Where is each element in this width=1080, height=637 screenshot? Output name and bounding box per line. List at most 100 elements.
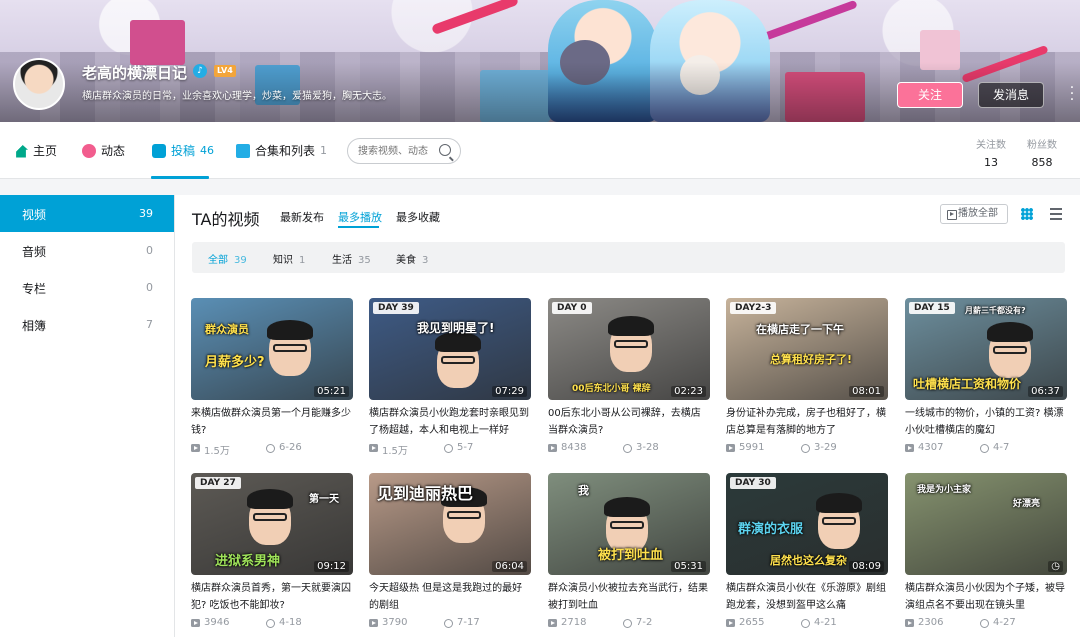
video-title[interactable]: 身份证补办完成，房子也租好了，横店总算是有落脚的地方了: [726, 405, 888, 439]
filter-food[interactable]: 美食 3: [396, 251, 428, 266]
video-thumbnail[interactable]: DAY 0 00后东北小哥 裸辞 02:23: [548, 298, 710, 400]
thumbnail-day-tag: DAY 27: [195, 477, 241, 489]
active-tab-indicator: [151, 176, 209, 179]
upload-date: 4-21: [801, 617, 837, 628]
video-thumbnail[interactable]: 群众演员 月薪多少? 05:21: [191, 298, 353, 400]
video-card[interactable]: 我是为小主家 好漂亮 ◷ 横店群众演员小伙因为个子矮，被导演组点名不要出现在镜头里 23…: [905, 473, 1067, 637]
level-badge: LV4: [214, 65, 236, 77]
thumbnail-caption: 群演的衣服: [738, 522, 804, 537]
thumbnail-person: [247, 489, 293, 509]
play-count: 8438: [548, 442, 586, 453]
play-count: 3946: [191, 617, 229, 628]
video-card[interactable]: 见到迪丽热巴 06:04 今天超级热 但是这是我跑过的最好的剧组 3790 7-17: [369, 473, 531, 637]
fans-stat[interactable]: 粉丝数 858: [1027, 136, 1057, 169]
upload-date: 3-29: [801, 442, 837, 453]
thumbnail-day-tag: DAY 39: [373, 302, 419, 314]
thumbnail-person: [267, 320, 313, 340]
username: 老高的横漂日记: [82, 64, 188, 82]
video-thumbnail[interactable]: DAY2-3 在横店走了一下午 总算租好房子了! 08:01: [726, 298, 888, 400]
thumbnail-person: [608, 316, 654, 336]
active-sort-indicator: [338, 226, 379, 228]
filter-all[interactable]: 全部 39: [208, 251, 247, 266]
video-title[interactable]: 横店群众演员首秀，第一天就要演囚犯? 吃饭也不能卸妆?: [191, 580, 353, 614]
sidebar-item-video[interactable]: 视频 39: [0, 195, 174, 232]
video-meta: 2306 4-27: [905, 617, 1067, 631]
video-thumbnail[interactable]: 我被打到吐血 05:31: [548, 473, 710, 575]
thumbnail-caption: 总算租好房子了!: [770, 353, 853, 366]
video-thumbnail[interactable]: DAY 27 第一天 进狱系男神 09:12: [191, 473, 353, 575]
video-card[interactable]: DAY 27 第一天 进狱系男神 09:12 横店群众演员首秀，第一天就要演囚犯? 吃饭…: [191, 473, 353, 637]
video-title[interactable]: 横店群众演员小伙因为个子矮，被导演组点名不要出现在镜头里: [905, 580, 1067, 614]
thumbnail-person: [987, 322, 1033, 342]
video-thumbnail[interactable]: 我是为小主家 好漂亮 ◷: [905, 473, 1067, 575]
video-duration: 08:01: [849, 386, 884, 397]
video-card[interactable]: DAY2-3 在横店走了一下午 总算租好房子了! 08:01 身份证补办完成，房子也租好…: [726, 298, 888, 468]
thumbnail-person: [253, 513, 287, 521]
watch-later-icon[interactable]: ◷: [1048, 561, 1063, 572]
video-duration: 05:21: [314, 386, 349, 397]
video-thumbnail[interactable]: 见到迪丽热巴 06:04: [369, 473, 531, 575]
filter-life[interactable]: 生活 35: [332, 251, 371, 266]
video-card[interactable]: 群众演员 月薪多少? 05:21 来横店做群众演员第一个月能赚多少钱? 1.5万 6-26: [191, 298, 353, 468]
upload-date: 3-28: [623, 442, 659, 453]
video-title[interactable]: 00后东北小哥从公司裸辞，去横店当群众演员?: [548, 405, 710, 439]
thumbnail-caption: 见到迪丽热巴: [377, 484, 474, 503]
video-meta: 5991 3-29: [726, 442, 888, 456]
video-card[interactable]: DAY 0 00后东北小哥 裸辞 02:23 00后东北小哥从公司裸辞，去横店当群众演…: [548, 298, 710, 468]
following-stat[interactable]: 关注数 13: [976, 136, 1006, 169]
grid-view-icon[interactable]: [1021, 208, 1033, 220]
play-all-button[interactable]: 播放全部: [940, 204, 1008, 224]
video-meta: 8438 3-28: [548, 442, 710, 456]
search-icon[interactable]: [439, 144, 451, 156]
thumbnail-person: [273, 344, 307, 352]
sort-most-played[interactable]: 最多播放: [338, 209, 382, 225]
avatar[interactable]: [13, 58, 65, 110]
tab-home[interactable]: 主页: [14, 122, 57, 179]
thumbnail-caption: 月薪多少?: [205, 355, 265, 370]
video-card[interactable]: DAY 15 月薪三千都没有? 吐槽横店工资和物价 06:37 一线城市的物价，小镇的工…: [905, 298, 1067, 468]
search-input[interactable]: [358, 143, 438, 159]
thumbnail-caption: 被打到吐血: [598, 548, 664, 563]
video-thumbnail[interactable]: DAY 30 群演的衣服 居然也这么复杂 08:09: [726, 473, 888, 575]
profile-banner: 老高的横漂日记 ♪ LV4 横店群众演员的日常，业余喜欢心理学，炒菜，爱猫爱狗，…: [0, 0, 1080, 122]
video-title[interactable]: 横店群众演员小伙跑龙套时亲眼见到了杨超越，本人和电视上一样好: [369, 405, 531, 439]
video-thumbnail[interactable]: DAY 39 我见到明星了! 07:29: [369, 298, 531, 400]
video-card[interactable]: 我被打到吐血 05:31 群众演员小伙被拉去充当武行，结果被打到吐血 2718 7-2: [548, 473, 710, 637]
tab-collections[interactable]: 合集和列表 1: [236, 122, 327, 179]
video-upload-icon: [152, 143, 166, 158]
thumbnail-day-tag: DAY 15: [909, 302, 955, 314]
gift-decoration: [130, 20, 185, 65]
sort-most-favorited[interactable]: 最多收藏: [396, 209, 440, 225]
more-options-icon[interactable]: · · ·: [1066, 81, 1078, 107]
space-nav-bar: 主页 动态 投稿 46 合集和列表 1: [0, 122, 1080, 179]
sort-latest[interactable]: 最新发布: [280, 209, 324, 225]
upload-date: 5-7: [444, 442, 473, 453]
tab-dynamic[interactable]: 动态: [82, 122, 125, 179]
video-title[interactable]: 横店群众演员小伙在《乐游原》剧组跑龙套，没想到盔甲这么痛: [726, 580, 888, 614]
thumbnail-caption: 居然也这么复杂: [770, 554, 847, 567]
sidebar-item-album[interactable]: 相簿 7: [0, 306, 174, 343]
tab-uploads[interactable]: 投稿 46: [152, 122, 214, 179]
upload-date: 7-2: [623, 617, 652, 628]
video-title[interactable]: 群众演员小伙被拉去充当武行，结果被打到吐血: [548, 580, 710, 614]
video-meta: 3790 7-17: [369, 617, 531, 631]
video-card[interactable]: DAY 39 我见到明星了! 07:29 横店群众演员小伙跑龙套时亲眼见到了杨超越，本…: [369, 298, 531, 468]
thumbnail-person: [441, 356, 475, 364]
thumbnail-day-tag: DAY 0: [552, 302, 592, 314]
video-title[interactable]: 今天超级热 但是这是我跑过的最好的剧组: [369, 580, 531, 614]
video-thumbnail[interactable]: DAY 15 月薪三千都没有? 吐槽横店工资和物价 06:37: [905, 298, 1067, 400]
play-count: 4307: [905, 442, 943, 453]
space-search-box[interactable]: [347, 138, 461, 164]
follow-button[interactable]: 关注: [897, 82, 963, 108]
sidebar-item-audio[interactable]: 音频 0: [0, 232, 174, 269]
thumbnail-day-tag: DAY 30: [730, 477, 776, 489]
video-meta: 2655 4-21: [726, 617, 888, 631]
video-title[interactable]: 一线城市的物价，小镇的工资? 横漂小伙吐槽横店的魔幻: [905, 405, 1067, 439]
sidebar-item-article[interactable]: 专栏 0: [0, 269, 174, 306]
message-button[interactable]: 发消息: [978, 82, 1044, 108]
filter-knowledge[interactable]: 知识 1: [273, 251, 305, 266]
thumbnail-caption: 我: [578, 484, 589, 497]
list-view-icon[interactable]: [1050, 208, 1062, 220]
video-title[interactable]: 来横店做群众演员第一个月能赚多少钱?: [191, 405, 353, 439]
video-card[interactable]: DAY 30 群演的衣服 居然也这么复杂 08:09 横店群众演员小伙在《乐游原》剧组跑…: [726, 473, 888, 637]
